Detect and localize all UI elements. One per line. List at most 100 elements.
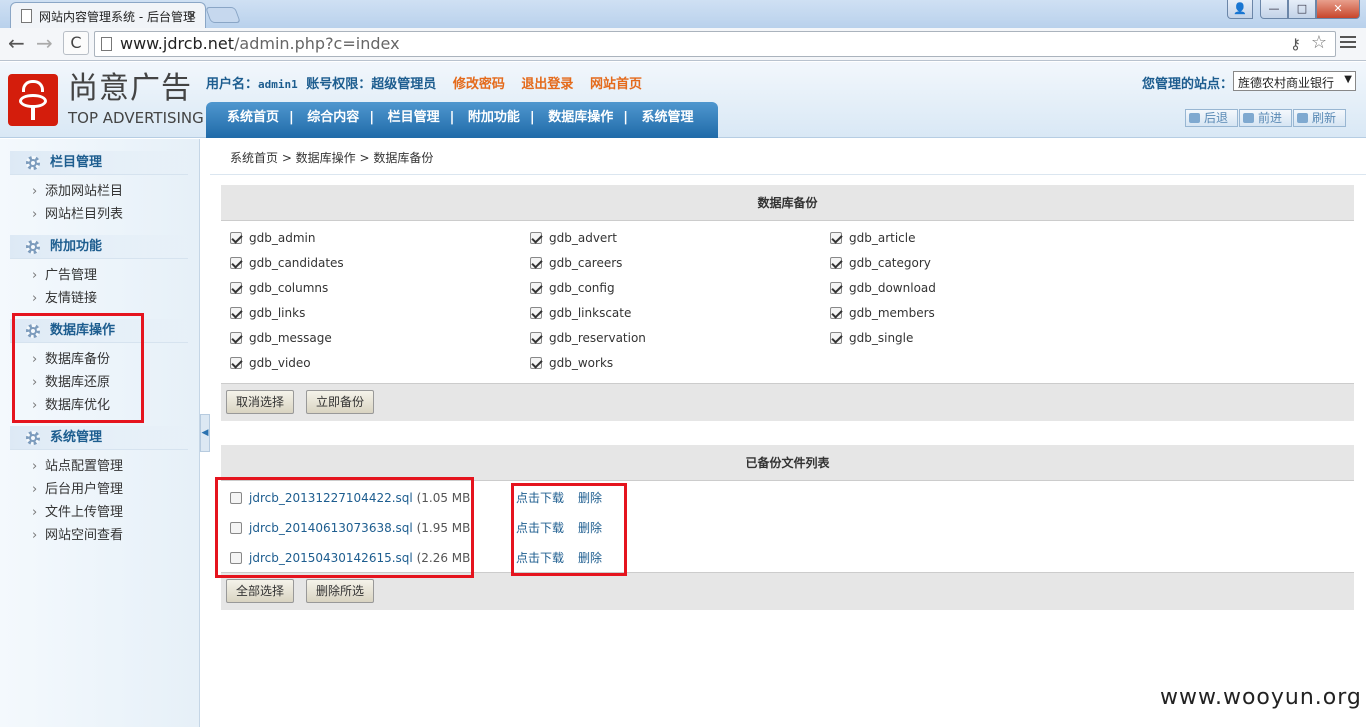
browser-tab[interactable]: 网站内容管理系统 - 后台管理 ×	[10, 2, 206, 28]
sidebar-item-column-list[interactable]: 网站栏目列表	[0, 203, 200, 226]
checkbox[interactable]	[530, 232, 542, 244]
forward-icon	[1243, 113, 1254, 123]
bookmark-star-icon[interactable]: ☆	[1311, 31, 1327, 55]
sidebar-item-admin-users[interactable]: 后台用户管理	[0, 478, 200, 501]
checkbox[interactable]	[230, 282, 242, 294]
table-checkbox-item[interactable]: gdb_links	[230, 303, 305, 323]
url-host: www.jdrcb.net	[120, 34, 234, 53]
backup-panel-title: 数据库备份	[221, 185, 1354, 221]
username: admin1	[258, 78, 298, 91]
sidebar-group-title[interactable]: 附加功能	[10, 235, 188, 259]
checkbox[interactable]	[230, 232, 242, 244]
table-checkbox-item[interactable]: gdb_config	[530, 278, 615, 298]
browser-menu-icon[interactable]	[1340, 36, 1356, 50]
backup-now-button[interactable]: 立即备份	[306, 390, 375, 414]
table-name: gdb_careers	[549, 256, 623, 270]
nav-item-home[interactable]: 系统首页	[227, 110, 279, 125]
table-checkbox-item[interactable]: gdb_admin	[230, 228, 315, 248]
table-checkbox-item[interactable]: gdb_category	[830, 253, 931, 273]
sidebar-item-site-config[interactable]: 站点配置管理	[0, 455, 200, 478]
sidebar-group-title[interactable]: 栏目管理	[10, 151, 188, 175]
checkbox[interactable]	[530, 307, 542, 319]
checkbox[interactable]	[530, 332, 542, 344]
tab-close-icon[interactable]: ×	[187, 8, 197, 22]
refresh-button[interactable]: 刷新	[1293, 109, 1346, 127]
reload-icon[interactable]: C	[63, 31, 89, 55]
app-header: 尚意广告 TOP ADVERTISING 用户名：admin1 账号权限：超级管…	[0, 62, 1366, 138]
forward-button[interactable]: 前进	[1239, 109, 1292, 127]
back-arrow-icon[interactable]: ←	[8, 32, 25, 54]
checkbox[interactable]	[830, 257, 842, 269]
table-checkbox-item[interactable]: gdb_linkscate	[530, 303, 631, 323]
checkbox[interactable]	[830, 307, 842, 319]
table-name: gdb_columns	[249, 281, 329, 295]
checkbox[interactable]	[830, 282, 842, 294]
table-checkbox-item[interactable]: gdb_careers	[530, 253, 622, 273]
delete-selected-button[interactable]: 删除所选	[306, 579, 375, 603]
table-checkbox-item[interactable]: gdb_article	[830, 228, 916, 248]
new-tab-button[interactable]	[205, 7, 241, 23]
nav-item-columns[interactable]: 栏目管理	[388, 110, 440, 125]
table-checkbox-item[interactable]: gdb_single	[830, 328, 913, 348]
minimize-button[interactable]: —	[1260, 0, 1288, 19]
table-checkbox-item[interactable]: gdb_candidates	[230, 253, 344, 273]
checkbox[interactable]	[530, 257, 542, 269]
nav-item-database[interactable]: 数据库操作	[548, 110, 613, 125]
cancel-selection-button[interactable]: 取消选择	[226, 390, 295, 414]
gear-icon	[26, 431, 40, 445]
checkbox[interactable]	[230, 257, 242, 269]
backup-button-bar: 取消选择 立即备份	[221, 383, 1354, 421]
table-checkbox-item[interactable]: gdb_message	[230, 328, 332, 348]
role-text: 账号权限：超级管理员	[306, 77, 437, 92]
key-icon[interactable]: ⚷	[1290, 32, 1301, 56]
forward-arrow-icon[interactable]: →	[36, 32, 53, 54]
sidebar-item-links[interactable]: 友情链接	[0, 287, 200, 310]
table-name: gdb_candidates	[249, 256, 344, 270]
browser-toolbar: ← → C www.jdrcb.net/admin.php?c=index ⚷ …	[0, 28, 1366, 61]
chevron-down-icon: ▼	[1344, 74, 1352, 85]
sidebar-group-title[interactable]: 系统管理	[10, 426, 188, 450]
back-icon	[1189, 113, 1200, 123]
username-label: 用户名：	[206, 77, 259, 92]
site-home-link[interactable]: 网站首页	[590, 77, 642, 92]
site-select-value: 旌德农村商业银行	[1238, 76, 1335, 90]
checkbox[interactable]	[230, 307, 242, 319]
table-checkbox-item[interactable]: gdb_members	[830, 303, 935, 323]
checkbox[interactable]	[830, 232, 842, 244]
checkbox[interactable]	[230, 332, 242, 344]
address-bar[interactable]: www.jdrcb.net/admin.php?c=index ⚷ ☆	[94, 31, 1336, 57]
backup-panel: 数据库备份 gdb_admin gdb_advert gdb_article g…	[221, 185, 1354, 421]
nav-item-addons[interactable]: 附加功能	[468, 110, 520, 125]
sidebar-group-system: 系统管理 站点配置管理 后台用户管理 文件上传管理 网站空间查看	[0, 426, 200, 547]
user-icon[interactable]: 👤	[1227, 0, 1253, 19]
close-window-button[interactable]: ✕	[1316, 0, 1360, 19]
gear-icon	[26, 240, 40, 254]
collapse-sidebar-handle[interactable]: ◀	[200, 414, 210, 452]
table-checkbox-item[interactable]: gdb_works	[530, 353, 613, 373]
logo-title: 尚意广告	[68, 71, 192, 106]
table-checkbox-item[interactable]: gdb_download	[830, 278, 936, 298]
sidebar-item-uploads[interactable]: 文件上传管理	[0, 501, 200, 524]
table-checkbox-item[interactable]: gdb_reservation	[530, 328, 646, 348]
table-checkbox-item[interactable]: gdb_columns	[230, 278, 328, 298]
maximize-button[interactable]: □	[1288, 0, 1316, 19]
table-checkbox-item[interactable]: gdb_video	[230, 353, 311, 373]
checkbox[interactable]	[230, 357, 242, 369]
site-select[interactable]: 旌德农村商业银行 ▼	[1233, 71, 1356, 91]
logout-link[interactable]: 退出登录	[521, 77, 573, 92]
sidebar-item-add-column[interactable]: 添加网站栏目	[0, 180, 200, 203]
checkbox[interactable]	[530, 282, 542, 294]
table-name: gdb_reservation	[549, 331, 646, 345]
nav-item-content[interactable]: 综合内容	[307, 110, 359, 125]
sidebar-item-space[interactable]: 网站空间查看	[0, 524, 200, 547]
select-all-button[interactable]: 全部选择	[226, 579, 295, 603]
checkbox[interactable]	[830, 332, 842, 344]
nav-item-system[interactable]: 系统管理	[641, 110, 693, 125]
table-checkbox-item[interactable]: gdb_advert	[530, 228, 617, 248]
back-button[interactable]: 后退	[1185, 109, 1238, 127]
table-name: gdb_members	[849, 306, 935, 320]
checkbox[interactable]	[530, 357, 542, 369]
sidebar-item-ads[interactable]: 广告管理	[0, 264, 200, 287]
table-name: gdb_config	[549, 281, 615, 295]
change-password-link[interactable]: 修改密码	[453, 77, 505, 92]
